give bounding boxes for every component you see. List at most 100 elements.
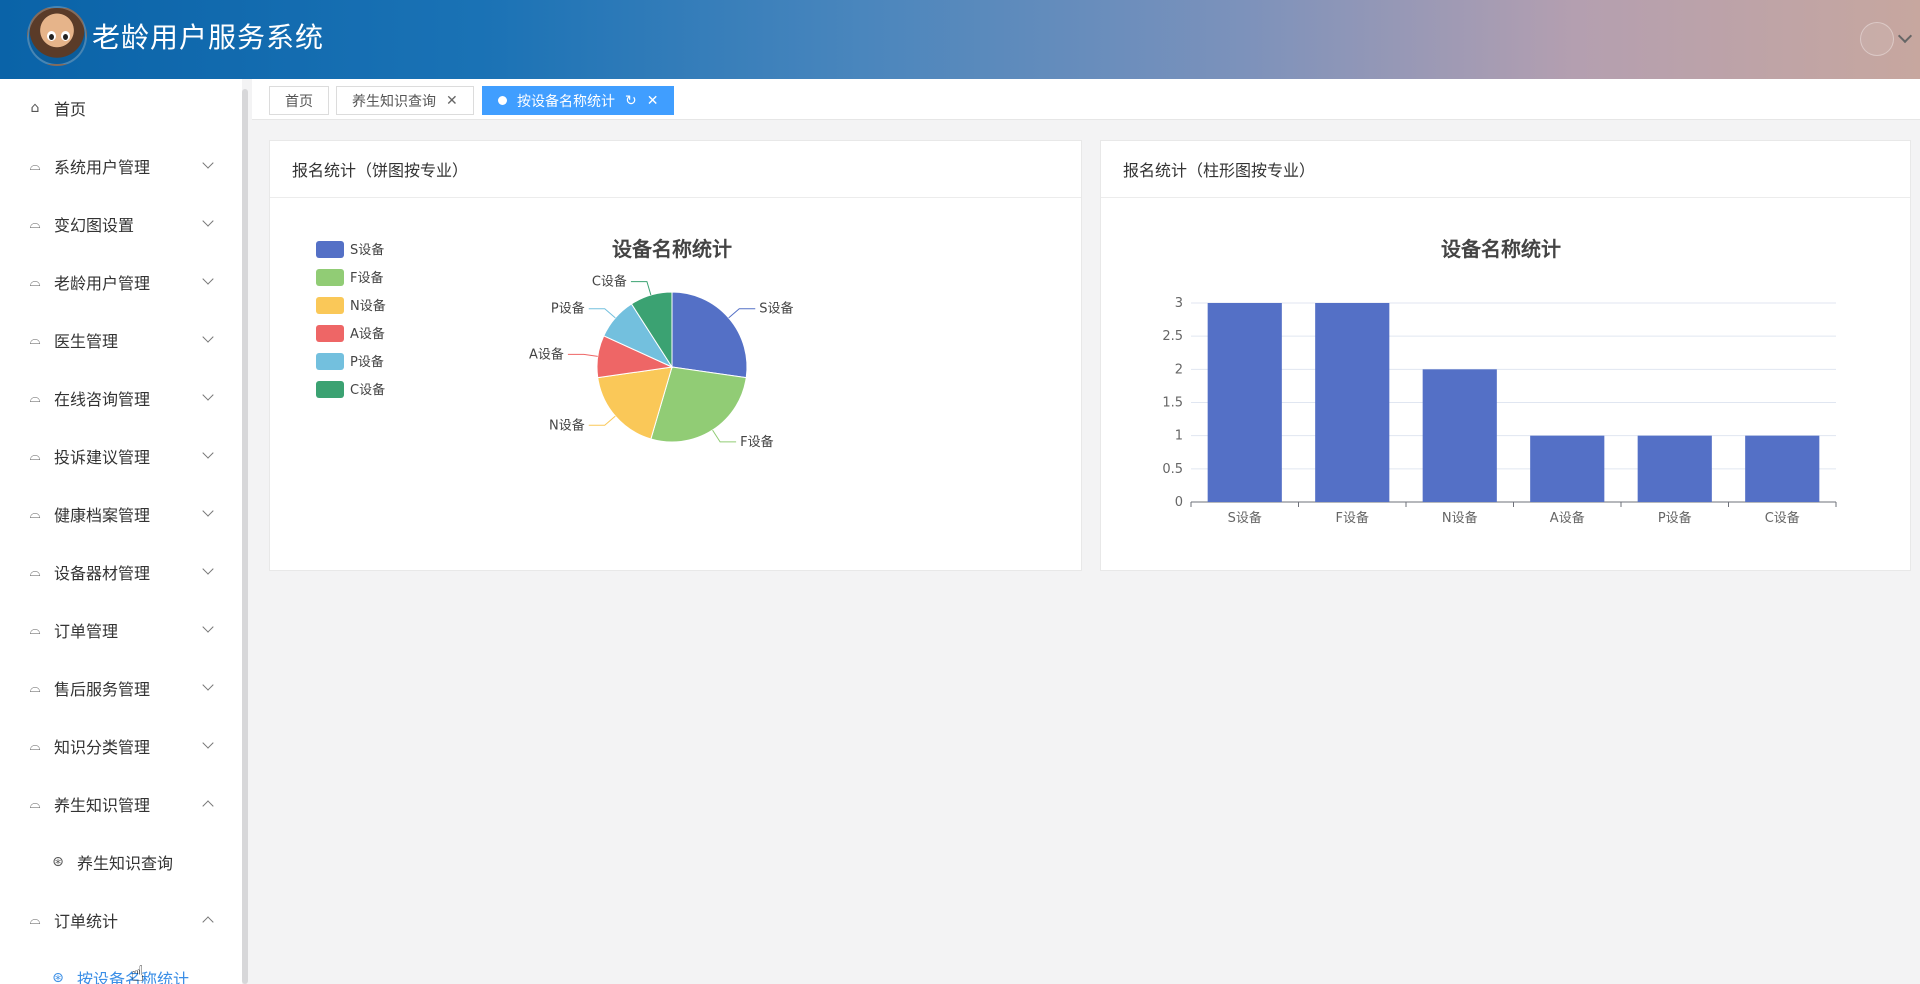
menu-icon: ⌓	[29, 622, 41, 638]
y-tick-label: 2.5	[1162, 329, 1183, 344]
sidebar-item[interactable]: ⌓ 投诉建议管理	[0, 427, 242, 485]
sidebar-item-label: 在线咨询管理	[54, 390, 151, 409]
chevron-down-icon	[202, 389, 214, 401]
pie-label: P设备	[551, 301, 585, 317]
chevron-down-icon	[202, 273, 214, 285]
bar-chart: 设备名称统计 0 0.5 1 1.5 2 2.5 3 S设备 F设备 N设备 A设备 P设备 C设备	[1162, 237, 1837, 526]
menu-icon: ⌓	[29, 390, 41, 406]
tab-health-knowledge-query[interactable]: 养生知识查询 ✕	[336, 86, 474, 115]
logo-avatar-icon	[27, 6, 87, 66]
menu-icon: ⌓	[29, 738, 41, 754]
sidebar-item[interactable]: ⌓ 订单统计	[0, 891, 242, 949]
dribbble-icon: ⊛	[52, 854, 64, 870]
sidebar-item[interactable]: ⊛ 养生知识查询	[0, 833, 242, 891]
legend-label: F设备	[350, 270, 383, 286]
pie-leader-line	[588, 415, 616, 426]
pie-slice	[671, 291, 748, 379]
x-tick-label: F设备	[1336, 510, 1369, 526]
sidebar-item-label: 订单统计	[54, 912, 119, 931]
sidebar-item[interactable]: ⌓ 变幻图设置	[0, 195, 242, 253]
sidebar-item[interactable]: ⊛ 按设备名称统计	[0, 949, 242, 984]
pie-label: N设备	[549, 417, 585, 433]
tab-label: 首页	[285, 93, 313, 110]
sidebar-item-label: 医生管理	[54, 332, 119, 351]
refresh-icon[interactable]: ↻	[625, 93, 637, 109]
pie-label: F设备	[740, 434, 773, 450]
user-avatar[interactable]	[1860, 22, 1894, 56]
tabs-bar: 首页 养生知识查询 ✕ 按设备名称统计 ↻ ✕	[252, 79, 1920, 120]
sidebar-item[interactable]: ⌓ 养生知识管理	[0, 775, 242, 833]
close-icon[interactable]: ✕	[647, 93, 659, 109]
card-title: 报名统计（柱形图按专业）	[1101, 141, 1910, 198]
sidebar-item[interactable]: ⌓ 系统用户管理	[0, 137, 242, 195]
legend-label: P设备	[350, 354, 384, 370]
pie-chart-card: 报名统计（饼图按专业） 设备名称统计 S设备 F设备 N设备 A设备 P设备 C设备 S设备 F…	[269, 140, 1082, 571]
y-tick-label: 0	[1175, 495, 1183, 510]
chevron-down-icon	[202, 621, 214, 633]
pie-label: C设备	[592, 274, 627, 290]
legend-label: N设备	[350, 298, 386, 314]
legend-swatch	[316, 381, 344, 398]
chevron-down-icon[interactable]	[1897, 28, 1913, 44]
close-icon[interactable]: ✕	[446, 93, 458, 109]
sidebar-item-label: 老龄用户管理	[54, 274, 151, 293]
mouse-cursor-icon: ☝	[131, 962, 145, 984]
bar	[1207, 303, 1282, 502]
app-title: 老龄用户服务系统	[92, 21, 325, 54]
bar	[1745, 435, 1820, 502]
menu-icon: ⌓	[29, 332, 41, 348]
chevron-up-icon	[202, 800, 214, 812]
chevron-down-icon	[202, 447, 214, 459]
bar-chart-card: 报名统计（柱形图按专业） 设备名称统计 0 0.5 1 1.5 2 2.5 3 S设备 F设备 N设…	[1100, 140, 1911, 571]
menu-icon: ⌓	[29, 216, 41, 232]
x-tick-label: N设备	[1442, 510, 1478, 526]
legend-swatch	[316, 297, 344, 314]
sidebar-scrollbar[interactable]	[242, 89, 248, 984]
menu-icon: ⌓	[29, 448, 41, 464]
pie-label: A设备	[529, 346, 564, 362]
chart-title: 设备名称统计	[612, 237, 732, 261]
home-icon: ⌂	[30, 100, 40, 116]
chevron-down-icon	[202, 563, 214, 575]
pie-leader-line	[712, 429, 737, 443]
user-menu[interactable]	[1860, 22, 1913, 56]
menu-icon: ⌓	[29, 796, 41, 812]
sidebar: ⌂ 首页 ⌓ 系统用户管理 ⌓ 变幻图设置 ⌓ 老龄用户管理 ⌓ 医生管理 ⌓ 在线咨询管理 ⌓ 投诉建议…	[0, 79, 242, 984]
pie-leader-line	[588, 308, 616, 319]
tab-device-name-stats[interactable]: 按设备名称统计 ↻ ✕	[482, 86, 675, 115]
pie-leader-line	[630, 281, 652, 296]
sidebar-item-label: 健康档案管理	[54, 506, 151, 525]
legend-label: S设备	[350, 242, 384, 258]
chevron-down-icon	[202, 215, 214, 227]
menu-icon: ⌓	[29, 158, 41, 174]
bar	[1315, 303, 1390, 502]
app-header: 老龄用户服务系统	[0, 0, 1920, 79]
sidebar-item[interactable]: ⌂ 首页	[0, 79, 242, 137]
chevron-up-icon	[202, 916, 214, 928]
tab-label: 按设备名称统计	[517, 93, 615, 110]
sidebar-item-label: 养生知识管理	[54, 796, 151, 815]
x-tick-label: S设备	[1228, 510, 1262, 526]
sidebar-item[interactable]: ⌓ 在线咨询管理	[0, 369, 242, 427]
sidebar-item[interactable]: ⌓ 老龄用户管理	[0, 253, 242, 311]
menu-icon: ⌓	[29, 506, 41, 522]
sidebar-item[interactable]: ⌓ 知识分类管理	[0, 717, 242, 775]
sidebar-item[interactable]: ⌓ 医生管理	[0, 311, 242, 369]
sidebar-item-label: 养生知识查询	[77, 854, 174, 873]
sidebar-item[interactable]: ⌓ 订单管理	[0, 601, 242, 659]
tab-home[interactable]: 首页	[269, 86, 329, 115]
sidebar-item[interactable]: ⌓ 设备器材管理	[0, 543, 242, 601]
y-tick-label: 2	[1175, 362, 1183, 377]
chevron-down-icon	[202, 505, 214, 517]
legend-swatch	[316, 241, 344, 258]
legend-swatch	[316, 269, 344, 286]
y-tick-label: 3	[1175, 296, 1183, 311]
bar	[1530, 435, 1605, 502]
sidebar-item[interactable]: ⌓ 售后服务管理	[0, 659, 242, 717]
sidebar-item-label: 系统用户管理	[54, 158, 151, 177]
chevron-down-icon	[202, 331, 214, 343]
sidebar-item-label: 变幻图设置	[54, 216, 135, 235]
sidebar-item[interactable]: ⌓ 健康档案管理	[0, 485, 242, 543]
sidebar-item-label: 知识分类管理	[54, 738, 151, 757]
chevron-down-icon	[202, 679, 214, 691]
